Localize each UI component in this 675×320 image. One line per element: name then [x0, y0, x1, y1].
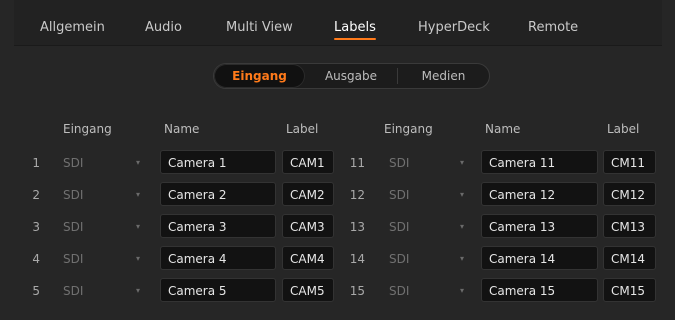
- row-number: 14: [349, 252, 365, 266]
- table-row: 15 SDI ▾ Camera 15 CM15: [0, 278, 675, 304]
- table-row: 12 SDI ▾ Camera 12 CM12: [0, 182, 675, 208]
- tab-labels[interactable]: Labels: [334, 0, 376, 45]
- tab-audio[interactable]: Audio: [145, 0, 182, 45]
- row-number: 15: [349, 284, 365, 298]
- segment-medien[interactable]: Medien: [398, 64, 489, 88]
- tab-remote[interactable]: Remote: [528, 0, 578, 45]
- label-field[interactable]: CM15: [603, 278, 656, 302]
- source-select[interactable]: SDI: [389, 152, 409, 174]
- header-label-left: Label: [286, 122, 319, 136]
- source-select[interactable]: SDI: [389, 280, 409, 302]
- source-select[interactable]: SDI: [389, 248, 409, 270]
- tab-multi-view[interactable]: Multi View: [226, 0, 293, 45]
- source-select[interactable]: SDI: [389, 216, 409, 238]
- header-eingang-left: Eingang: [63, 122, 112, 136]
- segment-ausgabe[interactable]: Ausgabe: [305, 64, 397, 88]
- label-field[interactable]: CM13: [603, 214, 656, 238]
- table-row: 14 SDI ▾ Camera 14 CM14: [0, 246, 675, 272]
- table-row: 11 SDI ▾ Camera 11 CM11: [0, 150, 675, 176]
- row-number: 13: [349, 220, 365, 234]
- tab-allgemein[interactable]: Allgemein: [40, 0, 105, 45]
- row-number: 11: [349, 156, 365, 170]
- header-name-left: Name: [164, 122, 200, 136]
- name-field[interactable]: Camera 14: [481, 246, 598, 270]
- name-field[interactable]: Camera 11: [481, 150, 598, 174]
- header-name-right: Name: [485, 122, 521, 136]
- settings-window: Allgemein Audio Multi View Labels HyperD…: [0, 0, 675, 320]
- table-row: 13 SDI ▾ Camera 13 CM13: [0, 214, 675, 240]
- name-field[interactable]: Camera 15: [481, 278, 598, 302]
- label-field[interactable]: CM14: [603, 246, 656, 270]
- source-type-switch: Eingang Ausgabe Medien: [213, 63, 490, 89]
- label-field[interactable]: CM11: [603, 150, 656, 174]
- tab-hyperdeck[interactable]: HyperDeck: [418, 0, 490, 45]
- name-field[interactable]: Camera 13: [481, 214, 598, 238]
- row-number: 12: [349, 188, 365, 202]
- header-eingang-right: Eingang: [384, 122, 433, 136]
- name-field[interactable]: Camera 12: [481, 182, 598, 206]
- header-label-right: Label: [607, 122, 640, 136]
- label-field[interactable]: CM12: [603, 182, 656, 206]
- segment-eingang[interactable]: Eingang: [214, 64, 305, 88]
- tab-bar: Allgemein Audio Multi View Labels HyperD…: [14, 0, 662, 46]
- source-select[interactable]: SDI: [389, 184, 409, 206]
